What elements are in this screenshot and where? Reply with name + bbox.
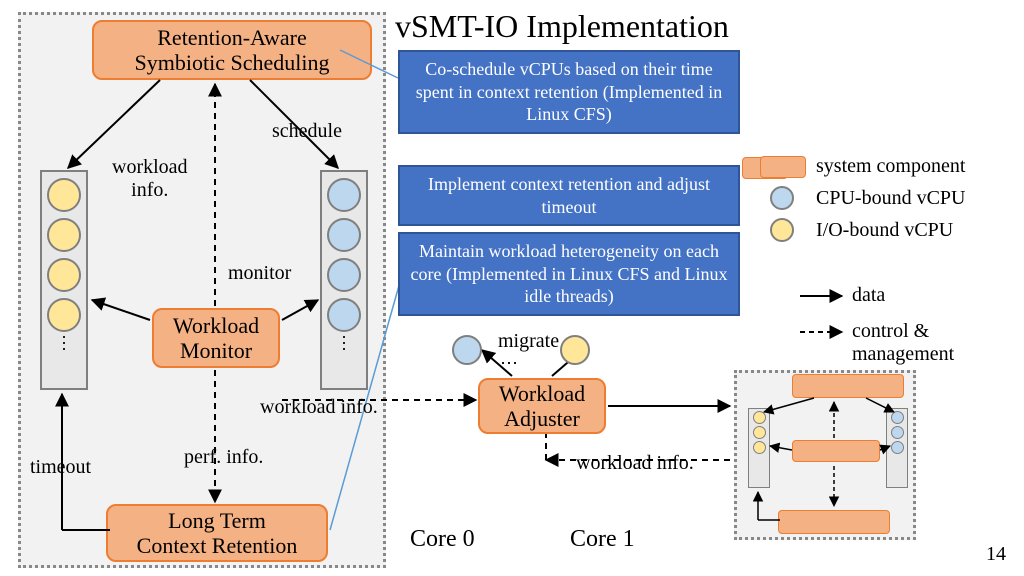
legend-component-swatch <box>760 156 806 178</box>
legend-io-swatch <box>770 218 794 242</box>
callout-retention: Implement context retention and adjust t… <box>398 165 740 226</box>
legend-io-label: I/O-bound vCPU <box>816 219 953 242</box>
legend: system component CPU-bound vCPU I/O-boun… <box>760 155 1020 250</box>
legend-control-label: control & management <box>852 320 1024 366</box>
label-workload-info-right: workload info. <box>576 452 694 475</box>
adjuster-component: Workload Adjuster <box>478 378 606 434</box>
core1-label: Core 1 <box>570 526 635 553</box>
legend-component-label: system component <box>816 155 965 178</box>
legend-cpu-label: CPU-bound vCPU <box>816 187 965 210</box>
vcpu-blue <box>452 335 482 365</box>
callout-heterogeneity: Maintain workload heterogeneity on each … <box>398 232 740 316</box>
legend-data-label: data <box>852 284 885 307</box>
ellipsis: ⋯ <box>500 358 518 368</box>
legend-cpu-swatch <box>770 186 794 210</box>
core0-label: Core 0 <box>410 526 475 553</box>
label-workload-info-mid: workload info. <box>260 396 378 419</box>
core1-arrows <box>734 370 916 540</box>
callout-coschedule: Co-schedule vCPUs based on their time sp… <box>398 50 740 134</box>
label-migrate: migrate <box>498 330 559 353</box>
vcpu-yellow <box>560 335 590 365</box>
